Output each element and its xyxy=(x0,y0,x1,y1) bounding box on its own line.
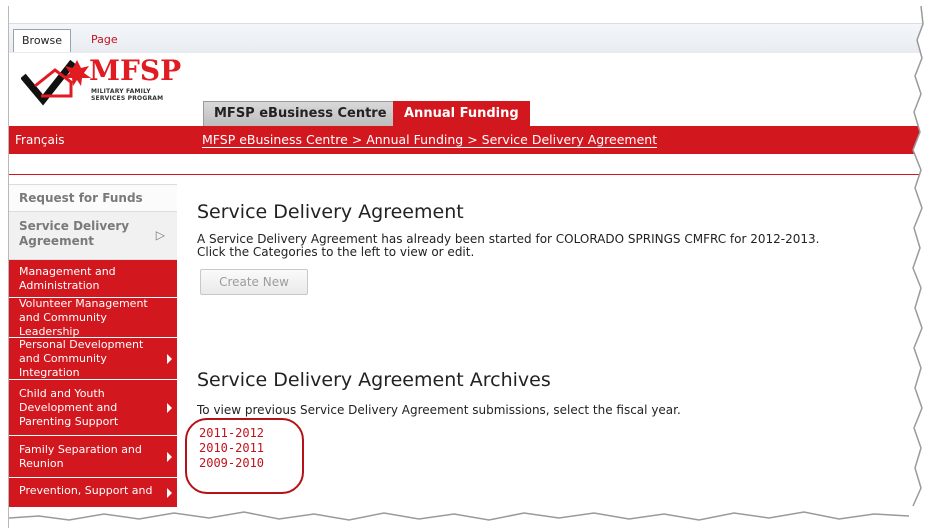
browser-content-frame: Browse Page MFSP MILITARY FAMILY SERVICE… xyxy=(8,6,924,528)
torn-edge-decoration xyxy=(9,6,924,528)
